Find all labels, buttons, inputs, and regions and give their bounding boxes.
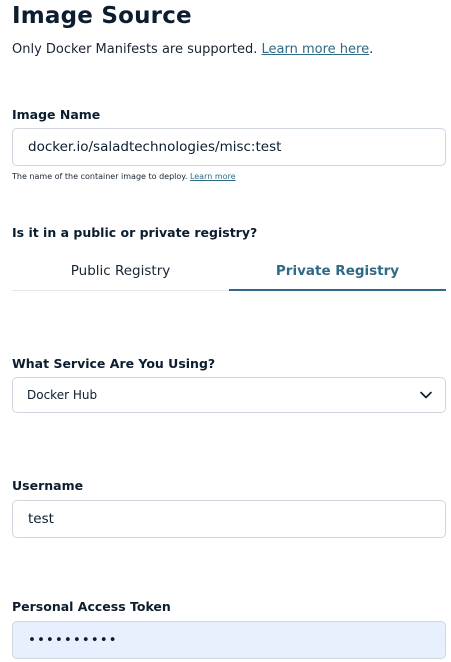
registry-question-label: Is it in a public or private registry? xyxy=(12,225,258,240)
token-masked-value: •••••••••• xyxy=(28,632,118,648)
subtitle-period: . xyxy=(369,42,374,57)
username-label: Username xyxy=(12,478,84,493)
image-source-form: Image Source Only Docker Manifests are s… xyxy=(0,0,451,662)
tab-private-registry[interactable]: Private Registry xyxy=(229,252,446,291)
tab-public-registry[interactable]: Public Registry xyxy=(12,252,229,290)
image-name-value: docker.io/saladtechnologies/misc:test xyxy=(28,139,282,155)
image-name-input[interactable]: docker.io/saladtechnologies/misc:test xyxy=(12,128,446,166)
personal-access-token-input[interactable]: •••••••••• xyxy=(12,621,446,659)
service-select[interactable]: Docker Hub xyxy=(12,377,446,413)
service-selected-value: Docker Hub xyxy=(27,388,98,402)
page-title: Image Source xyxy=(12,3,192,29)
registry-tabs: Public Registry Private Registry xyxy=(12,252,446,291)
page-subtitle: Only Docker Manifests are supported. Lea… xyxy=(12,42,373,57)
username-value: test xyxy=(28,511,54,527)
learn-more-here-link[interactable]: Learn more here xyxy=(262,42,370,57)
image-name-label: Image Name xyxy=(12,107,101,122)
image-name-hint-text: The name of the container image to deplo… xyxy=(12,172,190,181)
username-input[interactable]: test xyxy=(12,500,446,538)
service-label: What Service Are You Using? xyxy=(12,356,216,371)
image-name-hint: The name of the container image to deplo… xyxy=(12,172,236,181)
token-label: Personal Access Token xyxy=(12,599,171,614)
subtitle-text: Only Docker Manifests are supported. xyxy=(12,42,262,57)
image-name-learn-more-link[interactable]: Learn more xyxy=(190,172,236,181)
chevron-down-icon xyxy=(419,388,433,402)
